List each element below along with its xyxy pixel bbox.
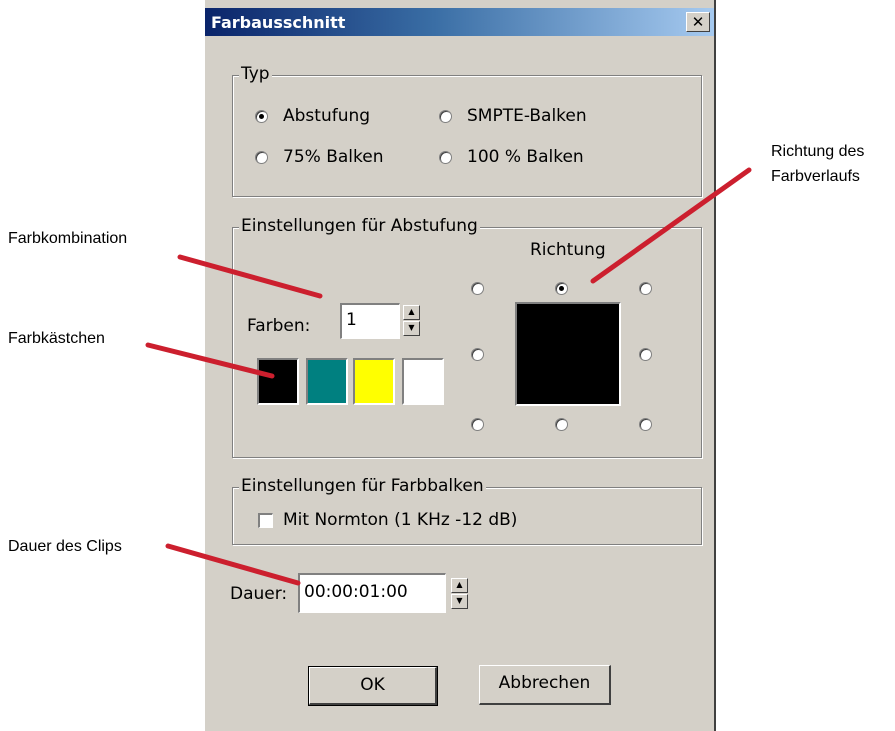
duration-label: Dauer:: [230, 584, 288, 604]
radio-smpte-bars-label: SMPTE-Balken: [467, 106, 587, 126]
reference-tone-label: Mit Normton (1 KHz -12 dB): [283, 510, 518, 530]
gradient-settings-group: Einstellungen für Abstufung: [232, 216, 702, 458]
direction-bottom[interactable]: [555, 418, 568, 431]
radio-75-bars[interactable]: [255, 151, 268, 164]
color-clip-dialog: Farbausschnitt ✕ Typ Abstufung SMPTE-Bal…: [203, 0, 716, 731]
type-group: Typ: [232, 64, 702, 197]
color-swatch-2[interactable]: [306, 358, 348, 405]
close-button[interactable]: ✕: [686, 12, 710, 32]
direction-label: Richtung: [530, 240, 606, 260]
direction-right[interactable]: [639, 348, 652, 361]
colors-label: Farben:: [247, 316, 311, 336]
direction-top-left[interactable]: [471, 282, 484, 295]
radio-100-bars-label: 100 % Balken: [467, 147, 584, 167]
window-title: Farbausschnitt: [211, 13, 346, 32]
radio-100-bars[interactable]: [439, 151, 452, 164]
annotation-color-combination: Farbkombination: [8, 230, 128, 247]
gradient-settings-label: Einstellungen für Abstufung: [239, 216, 480, 236]
type-group-label: Typ: [239, 64, 272, 84]
annotation-gradient-direction-2: Farbverlaufs: [771, 168, 860, 185]
color-bars-label: Einstellungen für Farbbalken: [239, 476, 486, 496]
direction-bottom-left[interactable]: [471, 418, 484, 431]
spin-down-icon[interactable]: ▼: [403, 321, 420, 336]
duration-input[interactable]: 00:00:01:00: [298, 573, 446, 613]
annotation-gradient-direction-1: Richtung des: [771, 143, 865, 160]
annotation-color-boxes: Farbkästchen: [8, 330, 105, 347]
radio-75-bars-label: 75% Balken: [283, 147, 384, 167]
colors-count-spinner: ▲ ▼: [403, 305, 420, 337]
radio-gradient[interactable]: [255, 110, 268, 123]
spin-down-icon[interactable]: ▼: [451, 594, 468, 609]
color-swatch-3[interactable]: [353, 358, 395, 405]
radio-gradient-label: Abstufung: [283, 106, 371, 126]
ok-button[interactable]: OK: [308, 666, 438, 706]
cancel-button[interactable]: Abbrechen: [479, 665, 611, 705]
color-swatch-4[interactable]: [402, 358, 444, 405]
duration-spinner: ▲ ▼: [451, 578, 468, 610]
annotation-clip-duration: Dauer des Clips: [8, 538, 122, 555]
colors-count-input[interactable]: 1: [340, 303, 400, 339]
direction-left[interactable]: [471, 348, 484, 361]
direction-bottom-right[interactable]: [639, 418, 652, 431]
gradient-preview: [515, 302, 621, 406]
direction-top[interactable]: [555, 282, 568, 295]
spin-up-icon[interactable]: ▲: [403, 305, 420, 320]
title-bar: Farbausschnitt ✕: [205, 8, 714, 36]
color-swatch-1[interactable]: [257, 358, 299, 405]
spin-up-icon[interactable]: ▲: [451, 578, 468, 593]
direction-top-right[interactable]: [639, 282, 652, 295]
reference-tone-checkbox[interactable]: [258, 513, 273, 528]
radio-smpte-bars[interactable]: [439, 110, 452, 123]
